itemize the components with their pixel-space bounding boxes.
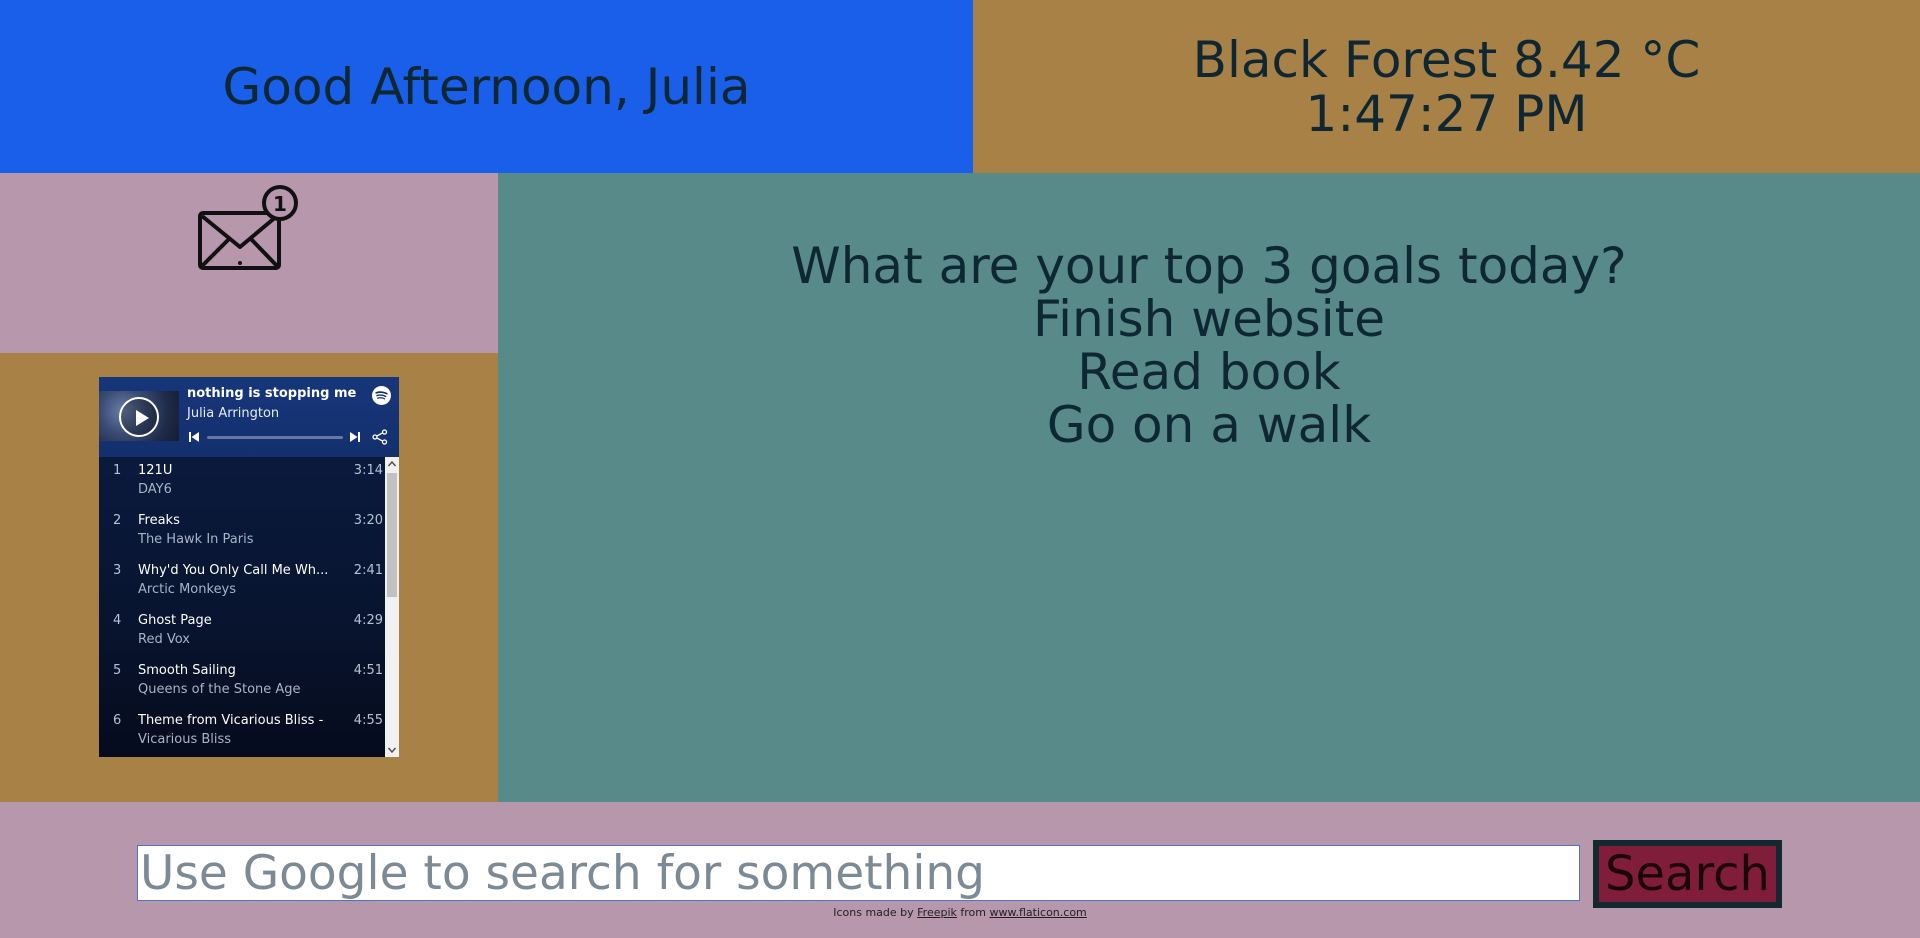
play-icon[interactable] [119, 397, 159, 437]
weather-location-temp: Black Forest 8.42 °C [1192, 30, 1701, 89]
goals-panel: What are your top 3 goals today? Finish … [498, 173, 1920, 802]
progress-bar[interactable] [207, 436, 343, 439]
spotify-player: nothing is stopping me Julia Arrington 1… [99, 377, 399, 757]
track-number: 1 [113, 463, 122, 478]
mail-notification-icon[interactable]: 1 [197, 185, 301, 271]
track-duration: 4:51 [353, 663, 383, 678]
goals-question: What are your top 3 goals today? [791, 237, 1627, 295]
goal-item-3: Go on a walk [1046, 396, 1372, 454]
track-row[interactable]: 4 Ghost Page Red Vox 4:29 [99, 607, 383, 657]
scroll-up-icon[interactable] [385, 457, 399, 471]
mail-badge-count: 1 [273, 192, 287, 216]
track-duration: 4:29 [353, 613, 383, 628]
greeting-text: Good Afternoon, Julia [222, 57, 751, 116]
track-number: 3 [113, 563, 122, 578]
spotify-icon[interactable] [372, 386, 391, 405]
track-number: 6 [113, 713, 122, 728]
next-icon[interactable] [349, 431, 361, 443]
track-duration: 3:20 [353, 513, 383, 528]
share-icon[interactable] [372, 429, 388, 445]
mail-panel: 1 [0, 173, 498, 353]
goal-item-1: Finish website [1033, 290, 1385, 348]
track-title: Why'd You Only Call Me Wh... [138, 563, 328, 578]
track-row[interactable]: 1 121U DAY6 3:14 [99, 457, 383, 507]
credit-prefix: Icons made by [833, 906, 914, 919]
flaticon-link[interactable]: www.flaticon.com [990, 906, 1087, 919]
track-list: 1 121U DAY6 3:14 2 Freaks The Hawk In Pa… [99, 457, 399, 757]
credit-middle: from [960, 906, 987, 919]
track-title: Theme from Vicarious Bliss - ... [138, 713, 328, 728]
scroll-down-icon[interactable] [385, 743, 399, 757]
weather-panel: Black Forest 8.42 °C 1:47:27 PM [973, 0, 1920, 173]
track-artist: The Hawk In Paris [138, 532, 254, 547]
track-number: 2 [113, 513, 122, 528]
clock-time: 1:47:27 PM [1305, 84, 1588, 143]
track-row[interactable]: 6 Theme from Vicarious Bliss - ... Vicar… [99, 707, 383, 757]
track-title: Ghost Page [138, 613, 212, 628]
goal-item-2: Read book [1077, 343, 1341, 401]
track-number: 5 [113, 663, 122, 678]
track-title: Smooth Sailing [138, 663, 236, 678]
track-artist: Arctic Monkeys [138, 582, 237, 597]
icon-credit: Icons made by Freepik from www.flaticon.… [0, 906, 1920, 919]
player-panel: nothing is stopping me Julia Arrington 1… [0, 353, 498, 802]
track-duration: 2:41 [353, 563, 383, 578]
greeting-panel: Good Afternoon, Julia [0, 0, 973, 173]
search-panel: Search Icons made by Freepik from www.fl… [0, 802, 1920, 938]
search-button[interactable]: Search [1593, 840, 1782, 908]
track-artist: Red Vox [138, 632, 190, 647]
freepik-link[interactable]: Freepik [917, 906, 957, 919]
playlist-owner[interactable]: Julia Arrington [187, 406, 279, 421]
track-number: 4 [113, 613, 122, 628]
track-duration: 3:14 [353, 463, 383, 478]
track-artist: Vicarious Bliss [138, 732, 232, 747]
track-duration: 4:55 [353, 713, 383, 728]
player-header: nothing is stopping me Julia Arrington [99, 377, 399, 457]
scroll-thumb[interactable] [387, 473, 397, 597]
track-title: 121U [138, 463, 173, 478]
google-search-input[interactable] [137, 845, 1580, 901]
tracklist-scrollbar[interactable] [385, 457, 399, 757]
playlist-title[interactable]: nothing is stopping me [187, 386, 356, 401]
previous-icon[interactable] [188, 431, 200, 443]
track-row[interactable]: 3 Why'd You Only Call Me Wh... Arctic Mo… [99, 557, 383, 607]
playlist-cover [99, 391, 179, 441]
track-title: Freaks [138, 513, 180, 528]
track-row[interactable]: 2 Freaks The Hawk In Paris 3:20 [99, 507, 383, 557]
track-artist: Queens of the Stone Age [138, 682, 301, 697]
track-artist: DAY6 [138, 482, 172, 497]
track-row[interactable]: 5 Smooth Sailing Queens of the Stone Age… [99, 657, 383, 707]
